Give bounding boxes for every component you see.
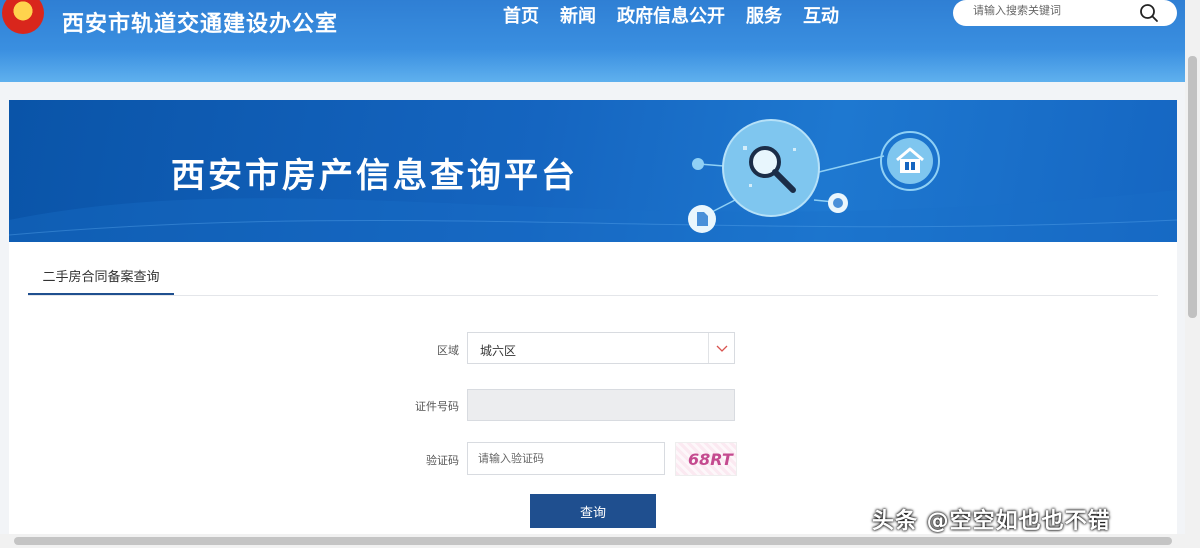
- captcha-input[interactable]: [467, 442, 665, 475]
- region-select[interactable]: 城六区: [467, 332, 735, 364]
- search-icon[interactable]: [1139, 3, 1159, 23]
- site-header: 西安市轨道交通建设办公室 首页 新闻 政府信息公开 服务 互动: [0, 0, 1185, 82]
- banner-title: 西安市房产信息查询平台: [171, 156, 578, 196]
- national-emblem-icon: [2, 0, 44, 34]
- captcha-label: 验证码: [426, 454, 459, 467]
- magnifier-icon: [722, 119, 820, 217]
- captcha-image[interactable]: 68RT: [675, 442, 737, 476]
- main-nav: 首页 新闻 政府信息公开 服务 互动: [503, 2, 860, 28]
- nav-interact[interactable]: 互动: [803, 2, 839, 28]
- tab-divider: [28, 295, 1158, 296]
- id-number-field[interactable]: [467, 389, 735, 421]
- chevron-down-icon: [716, 345, 728, 352]
- tab-second-hand-contract[interactable]: 二手房合同备案查询: [28, 266, 174, 296]
- vertical-scrollbar[interactable]: [1185, 0, 1200, 548]
- region-label: 区域: [437, 344, 459, 357]
- house-icon: [880, 131, 940, 191]
- nav-service[interactable]: 服务: [746, 2, 782, 28]
- horizontal-scrollbar[interactable]: [0, 534, 1185, 548]
- site-title: 西安市轨道交通建设办公室: [62, 12, 339, 37]
- search-input[interactable]: [973, 4, 1133, 17]
- captcha-text: 68RT: [688, 450, 733, 469]
- nav-gov-info[interactable]: 政府信息公开: [617, 2, 725, 28]
- nav-home[interactable]: 首页: [503, 2, 539, 28]
- id-number-label: 证件号码: [415, 400, 459, 413]
- nav-news[interactable]: 新闻: [560, 2, 596, 28]
- horizontal-scroll-thumb[interactable]: [14, 537, 1172, 545]
- region-value: 城六区: [480, 344, 517, 358]
- node-dot-icon: [828, 193, 848, 213]
- search-box: [953, 0, 1177, 26]
- dropdown-toggle[interactable]: [708, 333, 734, 363]
- watermark: 头条 @空空如也也不错: [872, 509, 1111, 534]
- query-button[interactable]: 查询: [530, 494, 656, 528]
- document-icon: [688, 205, 716, 233]
- vertical-scroll-thumb[interactable]: [1188, 56, 1197, 318]
- banner: 西安市房产信息查询平台: [9, 100, 1177, 242]
